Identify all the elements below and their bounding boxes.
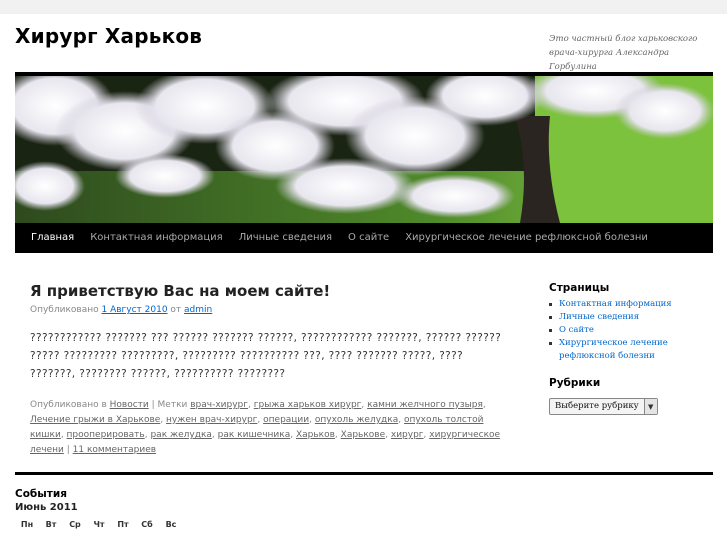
- site-description: Это частный блог харьковского врача-хиру…: [549, 34, 698, 72]
- categories-select-value: Выберите рубрику: [555, 401, 639, 411]
- calendar-weekday: Вс: [165, 520, 177, 529]
- post-tag-link[interactable]: врач-хирург: [190, 400, 248, 410]
- sidebar-page-link[interactable]: Хирургическое лечение рефлюксной болезни: [559, 338, 668, 361]
- categories-select[interactable]: Выберите рубрику ▼: [549, 398, 658, 415]
- nav-item-home[interactable]: Главная: [15, 223, 82, 253]
- sidebar-page-link[interactable]: Контактная информация: [559, 299, 672, 309]
- post-meta: Опубликовано 1 Август 2010 от admin: [30, 305, 212, 315]
- calendar-weekday: Пн: [20, 520, 34, 529]
- post-tag-link[interactable]: прооперировать: [67, 430, 145, 440]
- main-nav: Главная Контактная информация Личные све…: [15, 223, 713, 253]
- post-tag-link[interactable]: нужен врач-хирург: [166, 415, 257, 425]
- post-date-link[interactable]: 1 Август 2010: [101, 305, 167, 315]
- post-tags-prefix: | Метки: [151, 400, 188, 410]
- calendar-weekday: Вт: [45, 520, 57, 529]
- nav-item-personal[interactable]: Личные сведения: [231, 223, 340, 253]
- sidebar-page-link[interactable]: Личные сведения: [559, 312, 639, 322]
- post-tag-link[interactable]: рак кишечника: [218, 430, 291, 440]
- post-meta-prefix: Опубликовано: [30, 305, 99, 315]
- sidebar-page-link[interactable]: О сайте: [559, 325, 594, 335]
- calendar-weekday: Пт: [117, 520, 129, 529]
- pages-widget-title: Страницы: [549, 282, 610, 294]
- nav-item-contacts[interactable]: Контактная информация: [82, 223, 230, 253]
- post-author-link[interactable]: admin: [184, 305, 212, 315]
- post-title[interactable]: Я приветствую Вас на моем сайте!: [30, 282, 330, 300]
- calendar-weekday: Сб: [141, 520, 153, 529]
- list-item: Контактная информация: [549, 298, 719, 311]
- post-tag-link[interactable]: грыжа харьков хирург: [254, 400, 362, 410]
- post-comments-link[interactable]: 11 комментариев: [73, 445, 156, 455]
- post-tag-link[interactable]: Харькове: [341, 430, 385, 440]
- post-category-link[interactable]: Новости: [110, 400, 149, 410]
- post-meta-by: от: [170, 305, 182, 315]
- list-item: Личные сведения: [549, 311, 719, 324]
- sidebar: Страницы Контактная информация Личные св…: [549, 282, 719, 415]
- nav-item-reflux[interactable]: Хирургическое лечение рефлюксной болезни: [397, 223, 656, 253]
- post-tag-link[interactable]: Харьков: [296, 430, 335, 440]
- post-tag-link[interactable]: опухоль желудка: [315, 415, 398, 425]
- calendar-weekdays: Пн Вт Ср Чт Пт Сб Вс: [15, 520, 183, 529]
- calendar-title: События: [15, 488, 67, 500]
- post-tag-link[interactable]: Лечение грыжи в Харькове: [30, 415, 160, 425]
- list-item: Хирургическое лечение рефлюксной болезни: [549, 337, 719, 363]
- header-banner-image: [15, 76, 713, 223]
- chevron-down-icon: ▼: [643, 399, 657, 414]
- pages-list: Контактная информация Личные сведения О …: [549, 298, 719, 363]
- categories-widget-title: Рубрики: [549, 377, 601, 389]
- footer-divider: [15, 472, 713, 475]
- post-tag-link[interactable]: камни желчного пузыря: [367, 400, 483, 410]
- post-tag-link[interactable]: хирург: [391, 430, 424, 440]
- list-item: О сайте: [549, 324, 719, 337]
- calendar-month: Июнь 2011: [15, 502, 78, 513]
- post-foot-prefix: Опубликовано в: [30, 400, 107, 410]
- calendar-weekday: Чт: [93, 520, 105, 529]
- nav-item-about[interactable]: О сайте: [340, 223, 397, 253]
- post-body: ???????????? ??????? ??? ?????? ??????? …: [30, 332, 502, 380]
- post-tag-link[interactable]: операции: [263, 415, 309, 425]
- post-tag-link[interactable]: рак желудка: [150, 430, 211, 440]
- post-footer: Опубликовано в Новости | Метки врач-хиру…: [30, 400, 501, 455]
- site-title[interactable]: Хирург Харьков: [15, 24, 202, 48]
- calendar-weekday: Ср: [69, 520, 81, 529]
